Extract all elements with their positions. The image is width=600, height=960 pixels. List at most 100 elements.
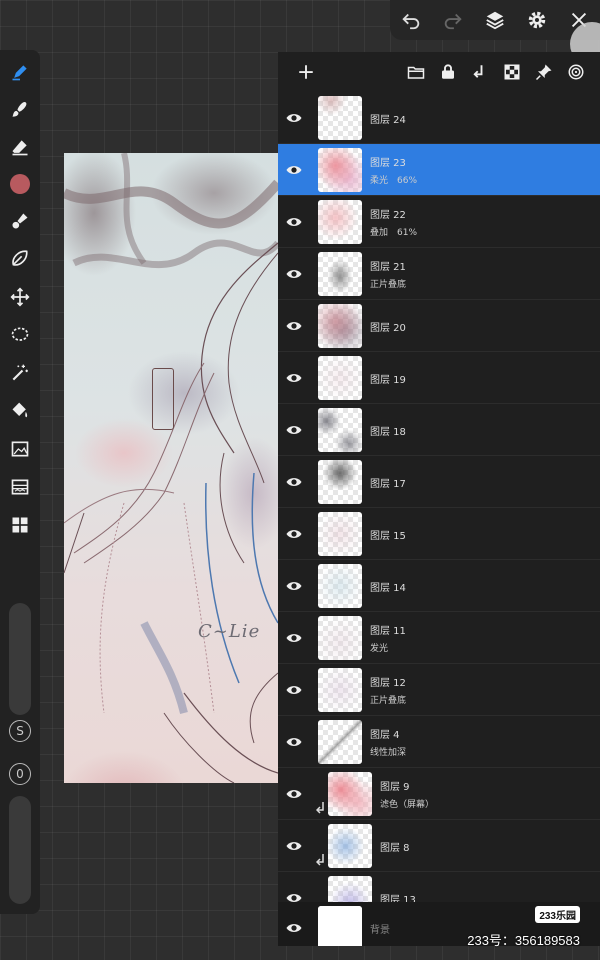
layer-thumbnail xyxy=(318,252,362,296)
layer-name: 图层 15 xyxy=(370,531,406,542)
layer-row[interactable]: 图层 19 xyxy=(278,352,600,404)
layer-blend-mode: 正片叠底 xyxy=(370,696,407,706)
visibility-eye-icon[interactable] xyxy=(282,626,306,650)
layer-thumbnail xyxy=(318,720,362,764)
redo-icon[interactable] xyxy=(440,7,466,33)
layer-row-selected[interactable]: 图层 23 柔光 66% xyxy=(278,144,600,196)
layer-thumbnail xyxy=(318,408,362,452)
layer-thumbnail xyxy=(318,148,362,192)
current-color xyxy=(10,174,30,194)
visibility-eye-icon[interactable] xyxy=(282,834,306,858)
layer-name: 图层 8 xyxy=(380,843,410,854)
layer-name: 图层 24 xyxy=(370,115,406,126)
layer-thumbnail xyxy=(318,906,362,946)
visibility-eye-icon[interactable] xyxy=(282,730,306,754)
layers-icon[interactable] xyxy=(482,7,508,33)
layer-row[interactable]: 图层 9 滤色（屏幕） xyxy=(278,768,600,820)
visibility-eye-icon[interactable] xyxy=(282,158,306,182)
opacity-button[interactable]: 0 xyxy=(9,763,31,785)
layer-name: 图层 12 xyxy=(370,678,406,689)
add-layer-button[interactable] xyxy=(286,52,326,92)
fill-bucket-icon[interactable] xyxy=(0,393,40,429)
layer-thumbnail xyxy=(318,564,362,608)
brush-size-slider[interactable] xyxy=(9,603,31,715)
layer-name: 图层 9 xyxy=(380,782,410,793)
color-swatch[interactable] xyxy=(0,166,40,202)
layer-blend-mode: 发光 xyxy=(370,644,389,654)
layer-row[interactable]: 图层 4 线性加深 xyxy=(278,716,600,768)
image-import-icon[interactable] xyxy=(0,431,40,467)
liquify-icon[interactable] xyxy=(0,240,40,276)
magic-wand-icon[interactable] xyxy=(0,355,40,391)
watermark-logo: 233乐园 xyxy=(535,906,580,923)
visibility-eye-icon[interactable] xyxy=(282,522,306,546)
canvas-artwork[interactable]: C~Lie xyxy=(64,153,278,783)
visibility-eye-icon[interactable] xyxy=(282,262,306,286)
layer-thumbnail xyxy=(318,96,362,140)
merge-down-icon[interactable] xyxy=(464,52,496,92)
lock-icon[interactable] xyxy=(432,52,464,92)
visibility-eye-icon[interactable] xyxy=(282,366,306,390)
layer-row[interactable]: 图层 8 xyxy=(278,820,600,872)
layer-name: 图层 14 xyxy=(370,583,406,594)
visibility-eye-icon[interactable] xyxy=(282,418,306,442)
layer-row[interactable]: 图层 24 xyxy=(278,92,600,144)
artwork-lines xyxy=(64,153,278,783)
layer-blend-mode: 柔光 66% xyxy=(370,176,418,186)
visibility-eye-icon[interactable] xyxy=(282,106,306,130)
adjustments-icon[interactable] xyxy=(0,469,40,505)
top-bar xyxy=(390,0,600,66)
layer-thumbnail xyxy=(318,512,362,556)
target-icon[interactable] xyxy=(560,52,592,92)
layer-thumbnail xyxy=(318,616,362,660)
size-button[interactable]: S xyxy=(9,720,31,742)
pin-icon[interactable] xyxy=(528,52,560,92)
folder-icon[interactable] xyxy=(400,52,432,92)
layer-row[interactable]: 图层 20 xyxy=(278,300,600,352)
layer-row[interactable]: 图层 21 正片叠底 xyxy=(278,248,600,300)
layer-row[interactable]: 图层 12 正片叠底 xyxy=(278,664,600,716)
visibility-eye-icon[interactable] xyxy=(282,574,306,598)
layer-row[interactable]: 图层 15 xyxy=(278,508,600,560)
transform-icon[interactable] xyxy=(0,279,40,315)
settings-icon[interactable] xyxy=(524,7,550,33)
visibility-eye-icon[interactable] xyxy=(282,470,306,494)
clipping-mask-icon xyxy=(316,854,324,866)
grid-menu-icon[interactable] xyxy=(0,507,40,543)
layer-thumbnail xyxy=(318,200,362,244)
plus-icon xyxy=(299,65,313,79)
layers-panel: 图层 24 图层 23 柔光 66% 图层 22 叠加 61% 图层 21 正片叠底 图层 2… xyxy=(278,52,600,946)
layer-name: 图层 21 xyxy=(370,262,406,273)
layer-blend-mode: 正片叠底 xyxy=(370,280,407,290)
visibility-eye-icon[interactable] xyxy=(282,782,306,806)
visibility-eye-icon[interactable] xyxy=(282,210,306,234)
layer-row[interactable]: 图层 17 xyxy=(278,456,600,508)
watermark-id: 233号：356189583 xyxy=(467,933,580,948)
eraser-icon[interactable] xyxy=(0,129,40,165)
layer-name: 图层 18 xyxy=(370,427,406,438)
layer-blend-mode: 滤色（屏幕） xyxy=(380,800,435,810)
layer-row[interactable]: 图层 18 xyxy=(278,404,600,456)
paint-brush-icon[interactable] xyxy=(0,203,40,239)
layer-name: 背景 xyxy=(370,925,390,936)
visibility-eye-icon[interactable] xyxy=(282,678,306,702)
pen-icon[interactable] xyxy=(0,54,40,90)
layer-name: 图层 22 xyxy=(370,210,406,221)
layer-row[interactable]: 图层 22 叠加 61% xyxy=(278,196,600,248)
layer-thumbnail xyxy=(318,460,362,504)
layer-row[interactable]: 图层 14 xyxy=(278,560,600,612)
brush-opacity-slider[interactable] xyxy=(9,796,31,904)
layer-name: 图层 23 xyxy=(370,158,406,169)
layer-thumbnail xyxy=(328,772,372,816)
visibility-eye-icon[interactable] xyxy=(282,314,306,338)
visibility-eye-icon[interactable] xyxy=(282,916,306,940)
layer-thumbnail xyxy=(318,356,362,400)
undo-icon[interactable] xyxy=(398,7,424,33)
checker-icon[interactable] xyxy=(496,52,528,92)
clipping-mask-icon xyxy=(316,802,324,814)
layer-row[interactable]: 图层 11 发光 xyxy=(278,612,600,664)
layer-name: 图层 17 xyxy=(370,479,406,490)
lasso-icon[interactable] xyxy=(0,317,40,353)
layer-name: 图层 4 xyxy=(370,730,400,741)
brush-icon[interactable] xyxy=(0,92,40,128)
